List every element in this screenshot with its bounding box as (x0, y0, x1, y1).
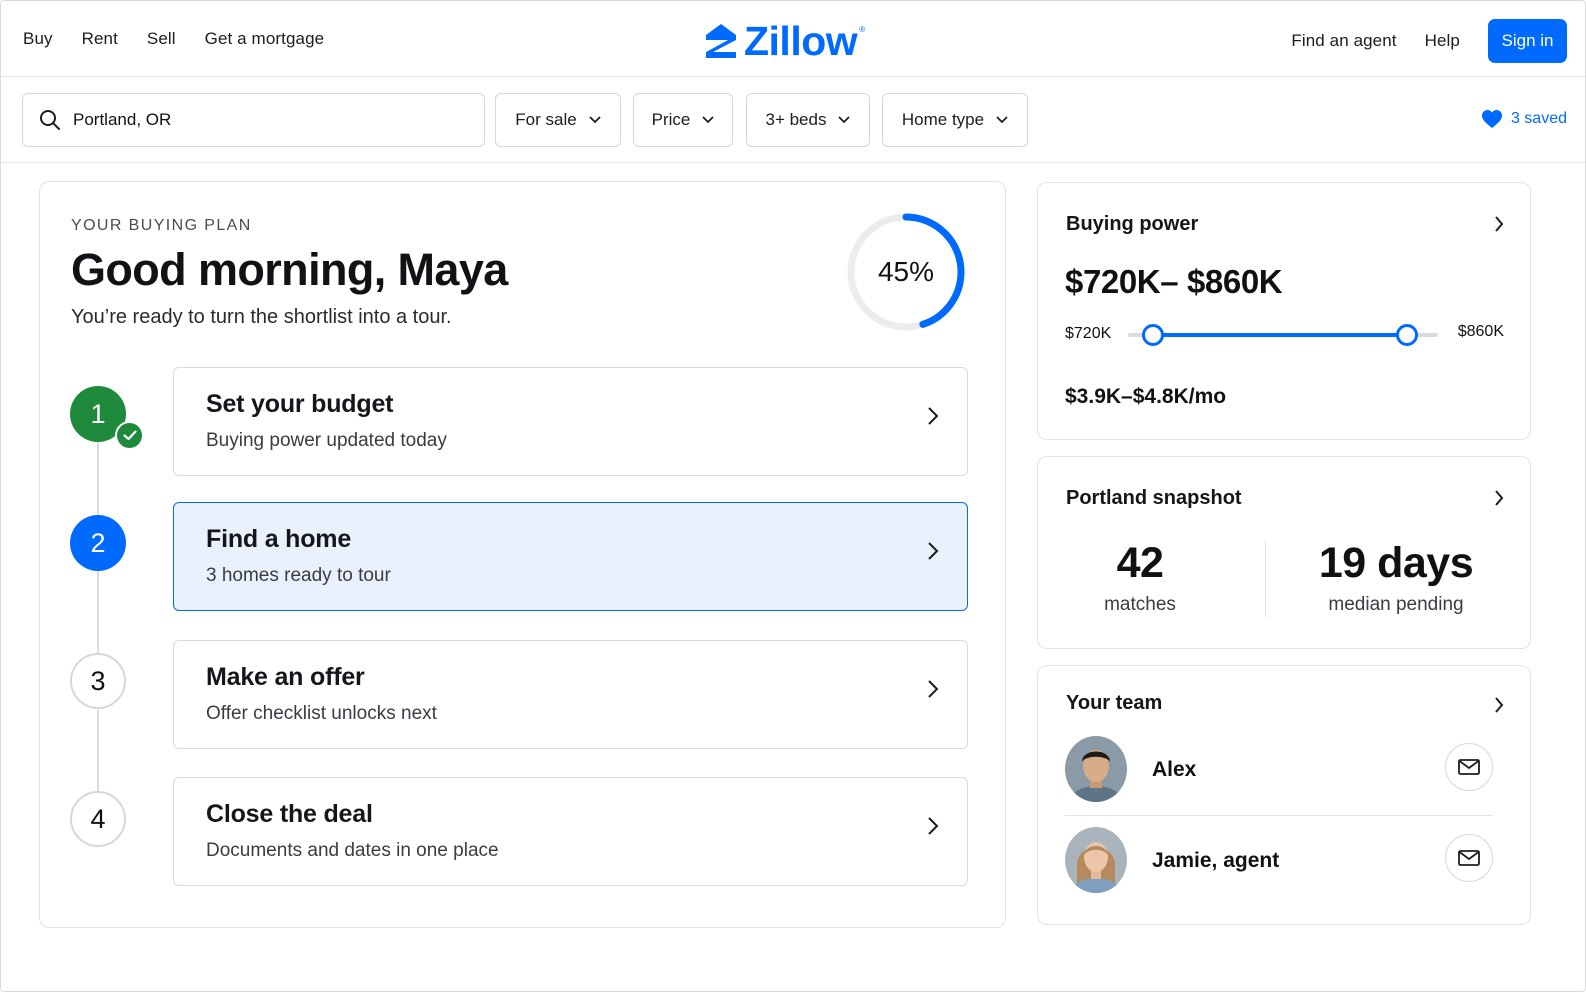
chevron-right-icon[interactable] (1494, 696, 1504, 714)
step-4-indicator: 4 (70, 791, 126, 847)
email-button[interactable] (1445, 834, 1493, 882)
check-icon (115, 421, 144, 450)
step-description: 3 homes ready to tour (206, 565, 391, 586)
matches-count: 42 (1116, 539, 1164, 587)
logo-wordmark: Zillow (744, 18, 858, 64)
for-sale-label: For sale (515, 110, 577, 129)
step-card-make-offer[interactable]: Make an offer Offer checklist unlocks ne… (173, 640, 968, 749)
step-description: Buying power updated today (206, 430, 447, 451)
nav-get-a-mortgage[interactable]: Get a mortgage (205, 29, 325, 49)
step-card-close-deal[interactable]: Close the deal Documents and dates in on… (173, 777, 968, 886)
filter-bar: For sale Price 3+ beds Home type 3 saved (1, 77, 1585, 163)
zillow-logo[interactable]: Zillow ® (704, 18, 865, 64)
range-slider-fill (1152, 333, 1407, 337)
range-slider-track[interactable] (1128, 324, 1438, 346)
price-filter[interactable]: Price (633, 93, 733, 147)
nav-help[interactable]: Help (1425, 31, 1460, 51)
range-slider-min-handle[interactable] (1141, 324, 1164, 346)
progress-percent: 45% (877, 256, 935, 287)
step-card-set-budget[interactable]: Set your budget Buying power updated tod… (173, 367, 968, 476)
step-3-indicator: 3 (70, 653, 126, 709)
saved-homes-link[interactable]: 3 saved (1481, 109, 1567, 129)
buying-power-range: $720K– $860K (1065, 263, 1283, 300)
matches-label: matches (1104, 594, 1176, 615)
home-type-label: Home type (901, 110, 985, 129)
search-icon (40, 110, 60, 130)
nav-rent[interactable]: Rent (82, 29, 118, 49)
monthly-payment-range: $3.9K–$4.8K/mo (1065, 385, 1227, 408)
beds-label: 3+ beds (765, 110, 827, 129)
median-pending-value: 19 days (1318, 539, 1474, 587)
chevron-right-icon (928, 680, 939, 698)
avatar (1065, 827, 1127, 893)
team-member-jamie[interactable]: Jamie, agent (1065, 827, 1493, 893)
nav-find-an-agent[interactable]: Find an agent (1291, 31, 1396, 51)
buying-power-card[interactable]: Buying power $720K– $860K $720K $860K $3… (1037, 182, 1531, 440)
buying-plan-card: YOUR BUYING PLAN Good morning, Maya You’… (39, 181, 1006, 928)
chevron-down-icon (589, 116, 601, 124)
search-box[interactable] (22, 93, 485, 147)
step-title: Find a home (206, 525, 352, 553)
chevron-right-icon[interactable] (1494, 215, 1504, 233)
secondary-nav: Find an agent Help Sign in (1291, 19, 1567, 63)
registered-mark: ® (859, 25, 866, 34)
mail-icon (1458, 759, 1480, 775)
portland-snapshot-card[interactable]: Portland snapshot 42 matches 19 days med… (1037, 456, 1531, 649)
chevron-right-icon (928, 542, 939, 560)
member-name: Jamie, agent (1152, 849, 1280, 872)
page-title: Good morning, Maya (71, 244, 508, 295)
heart-icon (1481, 110, 1502, 128)
mail-icon (1458, 850, 1480, 866)
step-2-indicator: 2 (70, 515, 126, 571)
for-sale-filter[interactable]: For sale (495, 93, 621, 147)
plan-subtitle: You’re ready to turn the shortlist into … (71, 306, 452, 328)
your-team-card: Your team Alex Jamie, agent (1037, 665, 1531, 925)
app-window: Buy Rent Sell Get a mortgage Zillow ® Fi… (0, 0, 1586, 992)
buying-power-title: Buying power (1066, 213, 1199, 235)
nav-buy[interactable]: Buy (23, 29, 53, 49)
range-slider-max-handle[interactable] (1396, 324, 1418, 346)
divider (1065, 815, 1493, 816)
plan-eyebrow: YOUR BUYING PLAN (71, 217, 252, 234)
avatar (1065, 736, 1127, 802)
range-max-label: $860K (1457, 323, 1504, 340)
team-title: Your team (1066, 692, 1163, 714)
range-min-label: $720K (1065, 325, 1112, 342)
team-member-alex[interactable]: Alex (1065, 736, 1493, 802)
price-label: Price (651, 110, 691, 129)
step-title: Close the deal (206, 800, 373, 828)
sign-in-button[interactable]: Sign in (1488, 19, 1567, 63)
chevron-right-icon[interactable] (1494, 489, 1504, 507)
step-description: Offer checklist unlocks next (206, 703, 437, 724)
chevron-down-icon (702, 116, 714, 124)
nav-sell[interactable]: Sell (147, 29, 176, 49)
snapshot-title: Portland snapshot (1066, 487, 1242, 509)
median-pending-stat: 19 days median pending (1296, 539, 1496, 616)
chevron-right-icon (928, 407, 939, 425)
primary-nav: Buy Rent Sell Get a mortgage (23, 29, 324, 49)
top-nav: Buy Rent Sell Get a mortgage Zillow ® Fi… (1, 1, 1585, 77)
zillow-house-icon (706, 24, 736, 58)
saved-count: 3 saved (1510, 110, 1567, 127)
step-card-find-home[interactable]: Find a home 3 homes ready to tour (173, 502, 968, 611)
matches-stat: 42 matches (1040, 539, 1240, 616)
chevron-right-icon (928, 817, 939, 835)
member-name: Alex (1152, 758, 1197, 781)
median-pending-label: median pending (1328, 594, 1464, 615)
stat-divider (1265, 541, 1266, 617)
step-description: Documents and dates in one place (206, 840, 499, 861)
step-title: Make an offer (206, 663, 365, 691)
chevron-down-icon (996, 116, 1008, 124)
beds-filter[interactable]: 3+ beds (746, 93, 870, 147)
email-button[interactable] (1445, 743, 1493, 791)
chevron-down-icon (838, 116, 851, 124)
home-type-filter[interactable]: Home type (882, 93, 1028, 147)
step-title: Set your budget (206, 390, 394, 418)
search-input[interactable] (73, 110, 433, 130)
